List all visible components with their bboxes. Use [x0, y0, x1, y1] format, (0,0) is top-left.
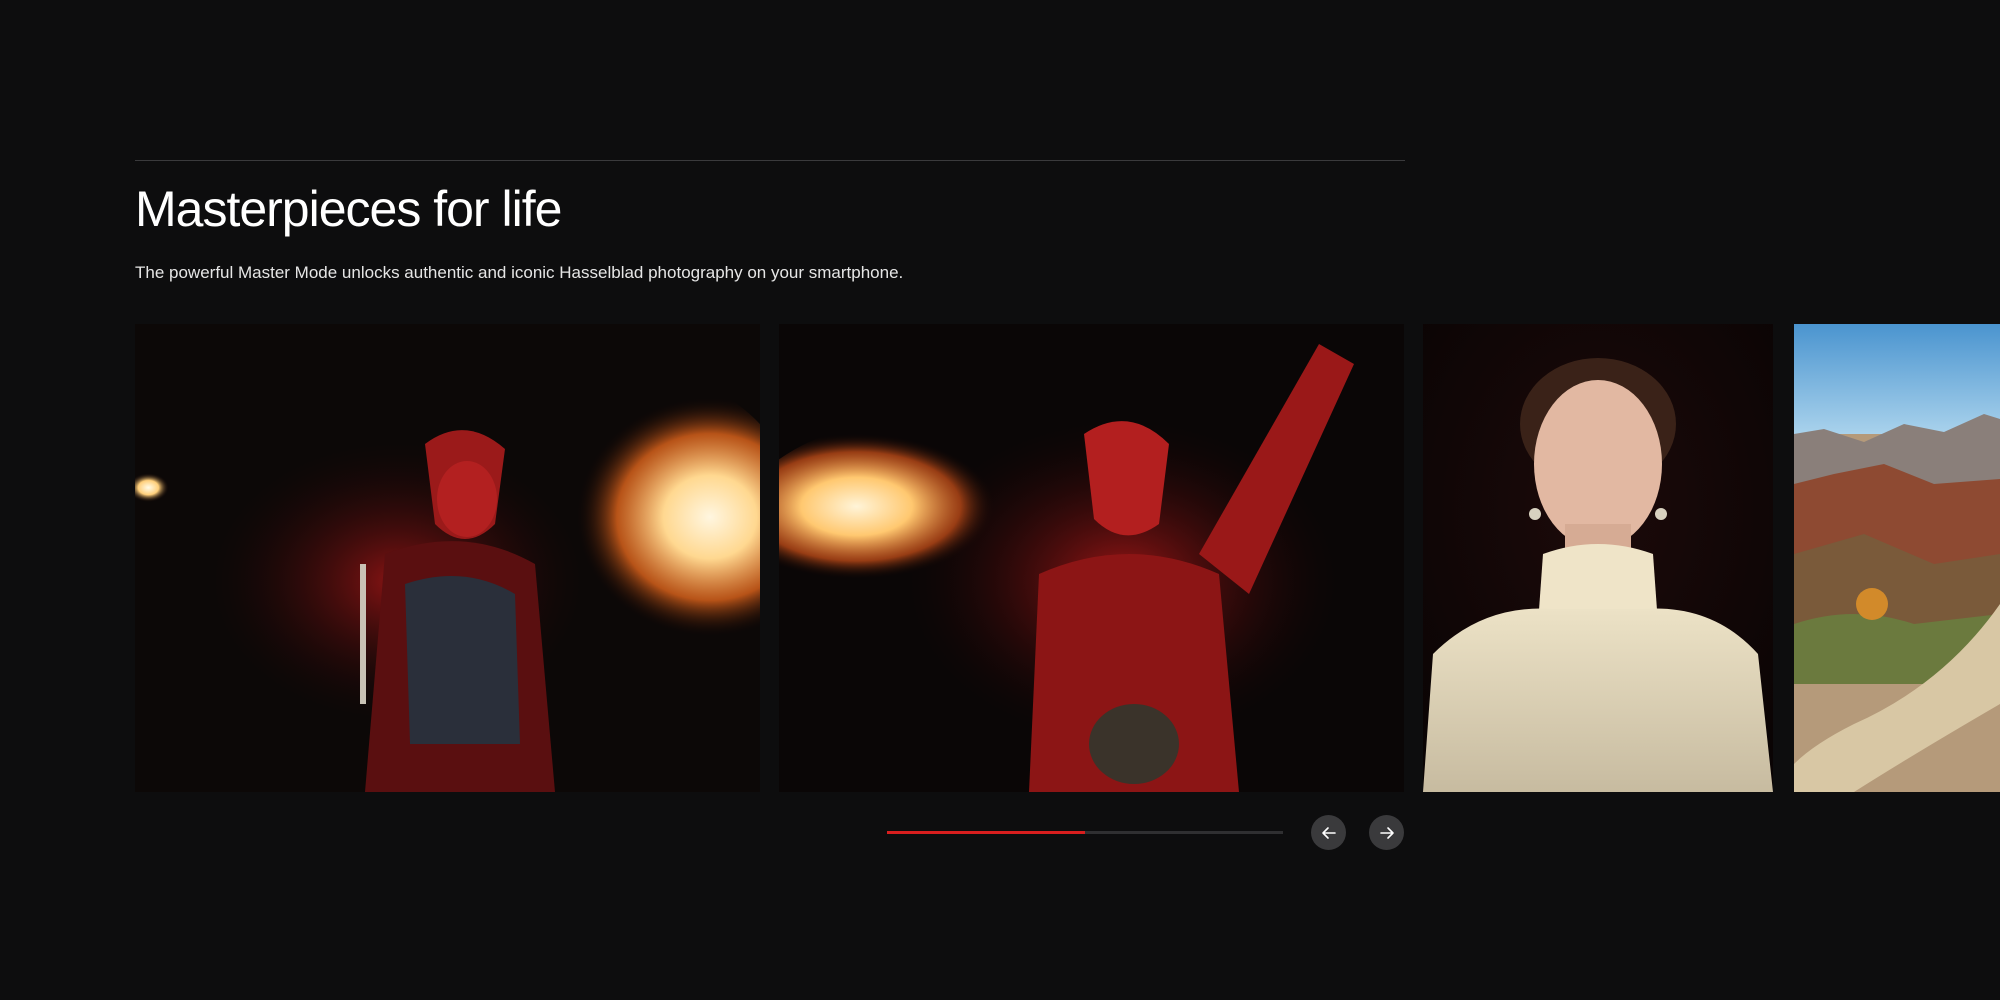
carousel-slide-1[interactable] — [135, 324, 760, 792]
carousel-slide-3[interactable] — [1423, 324, 1773, 792]
arrow-left-icon — [1321, 826, 1336, 839]
section-subtitle: The powerful Master Mode unlocks authent… — [135, 263, 904, 282]
section-divider — [135, 160, 1405, 161]
section-title: Masterpieces for life — [135, 181, 562, 237]
carousel-prev-button[interactable] — [1311, 815, 1346, 850]
fire-performer-photo-2 — [779, 324, 1404, 792]
arrow-right-icon — [1379, 826, 1394, 839]
fire-performer-photo-1 — [135, 324, 760, 792]
page: Masterpieces for life The powerful Maste… — [0, 0, 2000, 1000]
carousel-slide-4[interactable] — [1794, 324, 2000, 792]
carousel-progress-bar — [887, 831, 1283, 834]
carousel-slide-2[interactable] — [779, 324, 1404, 792]
landscape-photo — [1794, 324, 2000, 792]
carousel-next-button[interactable] — [1369, 815, 1404, 850]
portrait-photo — [1423, 324, 1773, 792]
carousel-progress-fill — [887, 831, 1085, 834]
